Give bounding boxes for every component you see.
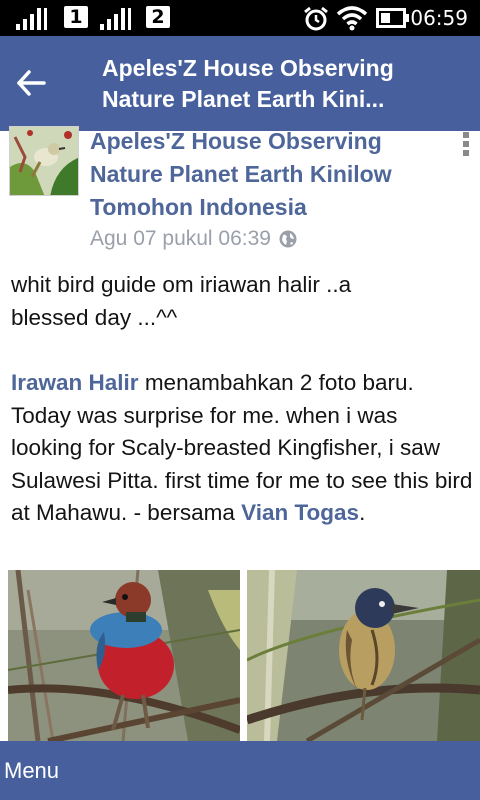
text-tail: .: [359, 500, 366, 525]
page-name-line: Tomohon Indonesia: [90, 194, 307, 220]
globe-icon: [279, 230, 297, 248]
action-bar: Apeles'Z House Observing Nature Planet E…: [0, 36, 480, 131]
page-name-line: Apeles'Z House Observing: [90, 128, 382, 154]
post-message: whit bird guide om iriawan halir ..a ble…: [11, 268, 471, 334]
more-vertical-icon[interactable]: [455, 132, 477, 160]
page-name-link[interactable]: Apeles'Z House Observing Nature Planet E…: [90, 125, 430, 224]
tagged-user-link[interactable]: Vian Togas: [241, 500, 359, 525]
avatar[interactable]: [9, 126, 79, 196]
signal-icon: [100, 8, 134, 30]
alarm-icon: [304, 6, 328, 31]
shared-post-text: Irawan Halir menambahkan 2 foto baru. To…: [11, 367, 473, 530]
clock: 06:59: [410, 6, 468, 30]
wifi-icon: [336, 6, 368, 31]
arrow-left-icon[interactable]: [14, 66, 48, 100]
signal-icon: [16, 8, 50, 30]
battery-icon: [376, 8, 409, 28]
status-bar: 1 2 06:59: [0, 0, 480, 36]
kingfisher-bird-photo[interactable]: [247, 570, 480, 741]
page-title: Apeles'Z House Observing Nature Planet E…: [102, 53, 402, 115]
post-text-line: blessed day ...^^: [11, 305, 178, 330]
page-name-line: Nature Planet Earth Kinilow: [90, 161, 392, 187]
post-timestamp: Agu 07 pukul 06:39: [90, 227, 271, 250]
title-line: Nature Planet Earth Kini...: [102, 86, 385, 112]
author-link[interactable]: Irawan Halir: [11, 370, 139, 395]
pitta-bird-photo[interactable]: [8, 570, 240, 741]
bottom-bar: Menu: [0, 741, 480, 800]
menu-button[interactable]: Menu: [4, 758, 59, 784]
sim2-badge: 2: [146, 6, 170, 28]
sim1-badge: 1: [64, 6, 88, 28]
title-line: Apeles'Z House Observing: [102, 55, 394, 81]
post-text-line: whit bird guide om iriawan halir ..a: [11, 272, 352, 297]
post-meta[interactable]: Agu 07 pukul 06:39: [90, 227, 297, 251]
